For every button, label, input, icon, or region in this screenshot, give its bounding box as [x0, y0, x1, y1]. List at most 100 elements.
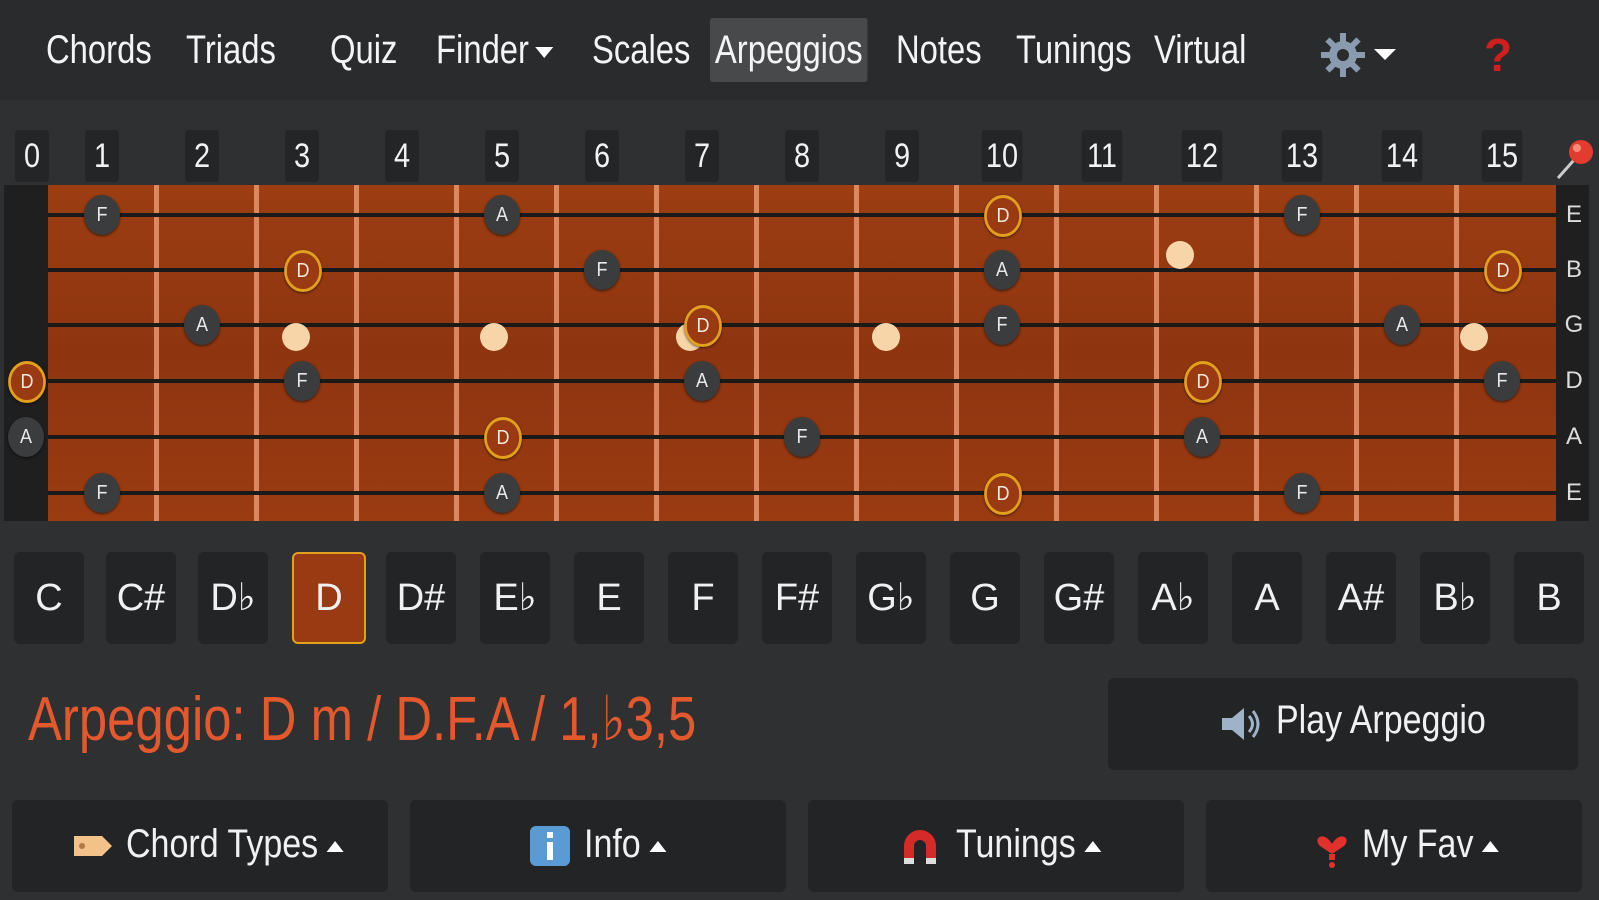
- root-note-marker[interactable]: D: [1184, 361, 1222, 403]
- nav-quiz[interactable]: Quiz: [330, 18, 397, 82]
- fret-number: 15: [1481, 130, 1523, 182]
- my-fav-button[interactable]: My Fav: [1206, 800, 1582, 892]
- key-button[interactable]: D#: [386, 552, 456, 644]
- gear-icon: [1321, 33, 1365, 77]
- key-button[interactable]: C: [14, 552, 84, 644]
- fret-inlay-marker: [1166, 241, 1194, 269]
- fret-wire: [1054, 185, 1059, 521]
- key-button[interactable]: F: [668, 552, 738, 644]
- guitar-string: [48, 491, 1556, 495]
- note-marker[interactable]: A: [484, 473, 520, 513]
- chord-types-button[interactable]: Chord Types: [12, 800, 388, 892]
- note-marker[interactable]: A: [684, 361, 720, 401]
- fret-wire: [654, 185, 659, 521]
- my-fav-label: My Fav: [1362, 822, 1474, 866]
- note-marker[interactable]: A: [8, 417, 44, 457]
- note-marker[interactable]: F: [84, 473, 120, 513]
- note-marker[interactable]: F: [1284, 473, 1320, 513]
- key-button[interactable]: G♭: [856, 552, 926, 644]
- nav-arpeggios[interactable]: Arpeggios: [710, 18, 868, 82]
- nav-scales[interactable]: Scales: [592, 18, 690, 82]
- chevron-down-icon: [535, 46, 554, 58]
- note-marker[interactable]: F: [1484, 361, 1520, 401]
- settings-button[interactable]: [1318, 30, 1408, 80]
- root-note-marker[interactable]: D: [684, 305, 722, 347]
- fret-inlay-marker: [872, 323, 900, 351]
- root-note-marker[interactable]: D: [1484, 250, 1522, 292]
- play-arpeggio-button[interactable]: Play Arpeggio: [1108, 678, 1578, 770]
- magnet-icon: [904, 830, 936, 864]
- nav-triads[interactable]: Triads: [186, 18, 276, 82]
- key-button[interactable]: G#: [1044, 552, 1114, 644]
- fret-wire: [754, 185, 759, 521]
- fret-number: 14: [1381, 130, 1423, 182]
- nav-virtual[interactable]: Virtual: [1154, 18, 1246, 82]
- root-note-marker[interactable]: D: [484, 417, 522, 459]
- tag-icon: [74, 836, 112, 856]
- root-note-marker[interactable]: D: [8, 361, 46, 403]
- arpeggio-title: Arpeggio: D m / D.F.A / 1,♭3,5: [28, 685, 697, 754]
- note-marker[interactable]: F: [84, 195, 120, 235]
- key-button[interactable]: B: [1514, 552, 1584, 644]
- string-label: G: [1564, 311, 1584, 338]
- key-button[interactable]: F#: [762, 552, 832, 644]
- root-note-marker[interactable]: D: [984, 195, 1022, 237]
- note-marker[interactable]: F: [784, 417, 820, 457]
- fret-wire: [354, 185, 359, 521]
- nut: [4, 185, 48, 521]
- string-label: A: [1565, 423, 1582, 450]
- guitar-string: [48, 379, 1556, 383]
- string-label: B: [1565, 256, 1582, 283]
- nav-finder[interactable]: Finder: [436, 18, 554, 82]
- chevron-down-icon: [1374, 49, 1396, 60]
- pin-icon[interactable]: [1554, 134, 1596, 182]
- key-button[interactable]: G: [950, 552, 1020, 644]
- fret-number: 7: [685, 130, 719, 182]
- info-label: Info: [584, 822, 641, 866]
- key-button[interactable]: B♭: [1420, 552, 1490, 644]
- fret-wire: [454, 185, 459, 521]
- fret-wire: [1354, 185, 1359, 521]
- key-button[interactable]: E: [574, 552, 644, 644]
- note-marker[interactable]: F: [284, 361, 320, 401]
- nav-tunings[interactable]: Tunings: [1016, 18, 1131, 82]
- key-button[interactable]: D: [292, 552, 366, 644]
- fretboard-wood: [48, 185, 1556, 521]
- fret-number: 3: [285, 130, 319, 182]
- fret-number: 10: [981, 130, 1023, 182]
- fret-wire: [954, 185, 959, 521]
- top-navbar: Chords Triads Quiz Finder Scales Arpeggi…: [0, 0, 1599, 100]
- fret-inlay-marker: [282, 323, 310, 351]
- key-button[interactable]: A: [1232, 552, 1302, 644]
- note-marker[interactable]: A: [1184, 417, 1220, 457]
- note-marker[interactable]: F: [584, 250, 620, 290]
- chord-types-label: Chord Types: [126, 822, 319, 866]
- fret-number: 8: [785, 130, 819, 182]
- fret-number: 13: [1281, 130, 1323, 182]
- key-button[interactable]: D♭: [198, 552, 268, 644]
- fret-number: 4: [385, 130, 419, 182]
- help-button[interactable]: ?: [1484, 28, 1512, 82]
- key-button[interactable]: A#: [1326, 552, 1396, 644]
- fret-inlay-marker: [1460, 323, 1488, 351]
- root-note-marker[interactable]: D: [984, 473, 1022, 515]
- fret-wire: [1454, 185, 1459, 521]
- nav-chords[interactable]: Chords: [46, 18, 152, 82]
- note-marker[interactable]: F: [984, 305, 1020, 345]
- note-marker[interactable]: A: [1384, 305, 1420, 345]
- key-button[interactable]: A♭: [1138, 552, 1208, 644]
- key-button[interactable]: C#: [106, 552, 176, 644]
- info-button[interactable]: Info: [410, 800, 786, 892]
- root-note-marker[interactable]: D: [284, 250, 322, 292]
- chevron-up-icon: [649, 840, 667, 852]
- key-button[interactable]: E♭: [480, 552, 550, 644]
- note-marker[interactable]: A: [984, 250, 1020, 290]
- string-label: E: [1565, 201, 1582, 228]
- note-marker[interactable]: F: [1284, 195, 1320, 235]
- tunings-button[interactable]: Tunings: [808, 800, 1184, 892]
- string-label: E: [1565, 479, 1582, 506]
- note-marker[interactable]: A: [184, 305, 220, 345]
- nav-notes[interactable]: Notes: [896, 18, 982, 82]
- key-selector: C C# D♭ D D# E♭ E F F# G♭ G G# A♭ A A# B♭ B: [0, 552, 1599, 644]
- note-marker[interactable]: A: [484, 195, 520, 235]
